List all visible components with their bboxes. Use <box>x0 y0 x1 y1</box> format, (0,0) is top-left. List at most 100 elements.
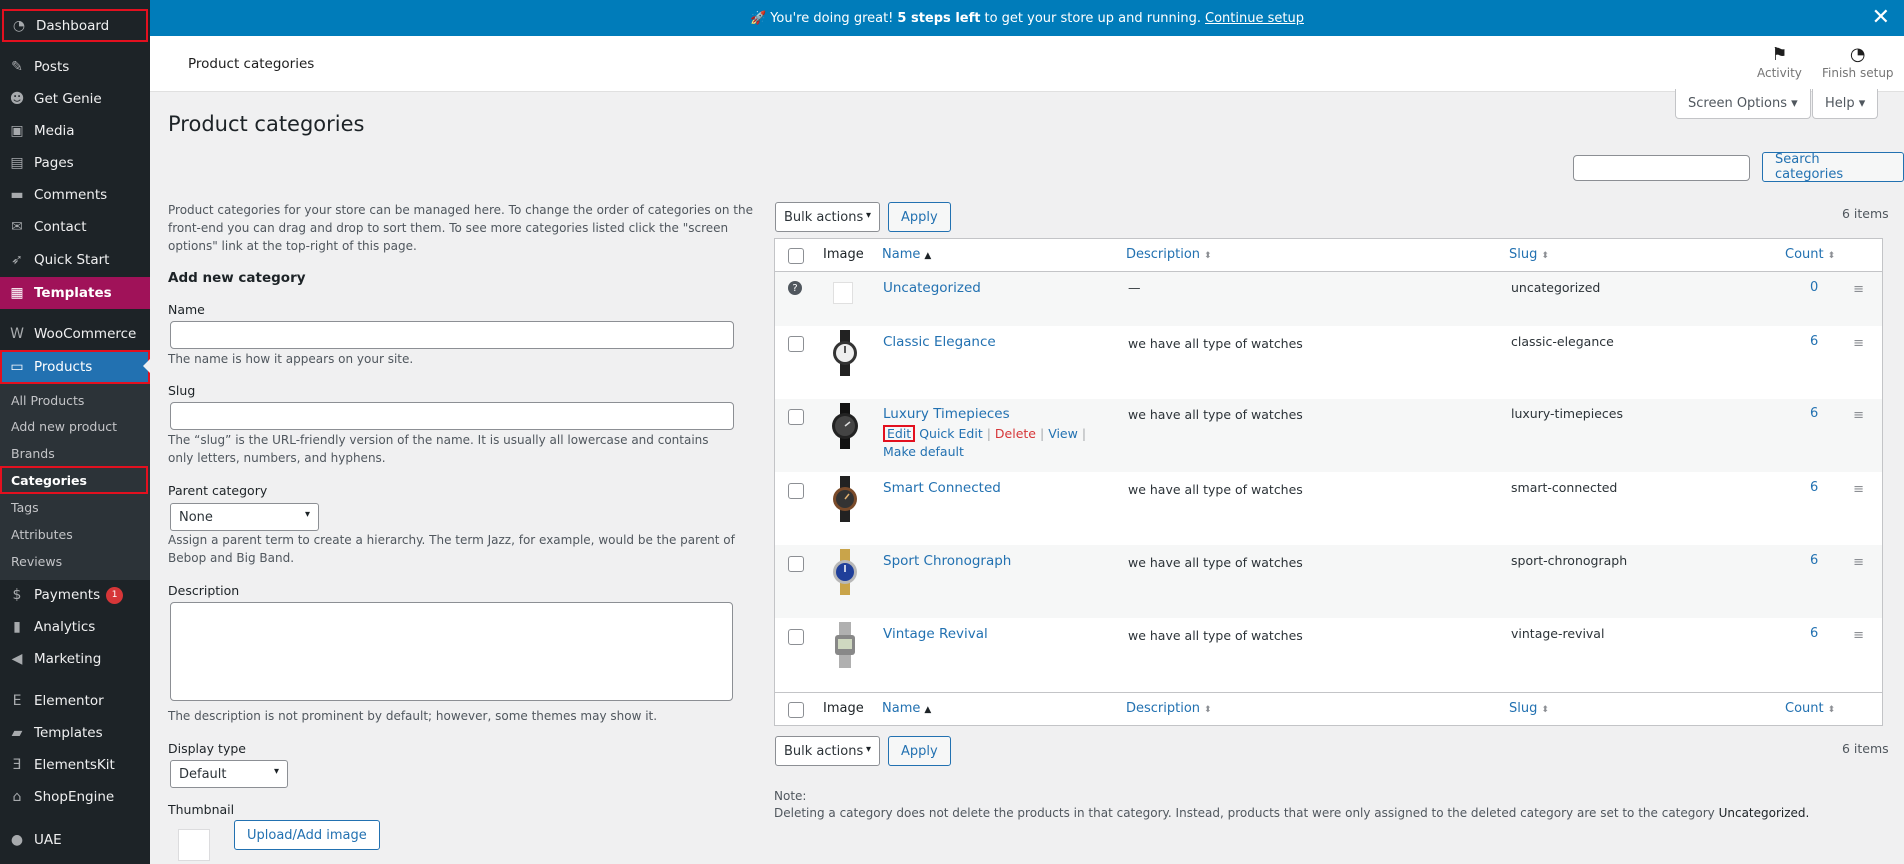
screen-options-button[interactable]: Screen Options ▾ <box>1675 89 1811 119</box>
drag-handle-icon[interactable]: ≡ <box>1853 555 1864 570</box>
column-count[interactable]: Count ⬍ <box>1785 701 1835 716</box>
category-name-link[interactable]: Classic Elegance <box>883 334 996 350</box>
category-slug: vintage-revival <box>1511 626 1605 641</box>
submenu-tags[interactable]: Tags <box>0 495 150 519</box>
row-checkbox[interactable] <box>788 409 804 425</box>
category-name-link[interactable]: Vintage Revival <box>883 626 988 642</box>
select-all-checkbox-footer[interactable] <box>788 702 804 718</box>
category-slug: classic-elegance <box>1511 334 1614 349</box>
menu-woocommerce[interactable]: W WooCommerce <box>0 318 150 350</box>
view-link[interactable]: View <box>1048 426 1078 441</box>
menu-payments[interactable]: $ Payments 1 <box>0 579 150 611</box>
watch-thumbnail <box>833 549 857 595</box>
category-count-link[interactable]: 6 <box>1810 553 1818 568</box>
parent-category-select[interactable]: None ▾ <box>170 503 319 531</box>
delete-link[interactable]: Delete <box>995 426 1036 441</box>
menu-elementor[interactable]: E Elementor <box>0 685 150 717</box>
menu-dashboard[interactable]: ◔ Dashboard <box>2 9 148 42</box>
submenu-reviews[interactable]: Reviews <box>0 549 150 573</box>
admin-sidebar: ◔ Dashboard ✎ Posts ☻ Get Genie ▣ Media ▤ Pag… <box>0 0 150 864</box>
drag-handle-icon[interactable]: ≡ <box>1853 628 1864 643</box>
folder-icon: ▰ <box>11 725 23 741</box>
display-type-select[interactable]: Default ▾ <box>170 760 288 788</box>
menu-contact[interactable]: ✉ Contact <box>0 211 150 243</box>
bulk-actions-select-bottom[interactable]: Bulk actions ▾ <box>775 736 880 766</box>
make-default-link[interactable]: Make default <box>883 444 964 459</box>
menu-marketing[interactable]: ◀ Marketing <box>0 643 150 675</box>
row-checkbox[interactable] <box>788 483 804 499</box>
drag-handle-icon[interactable]: ≡ <box>1853 408 1864 423</box>
row-checkbox[interactable] <box>788 556 804 572</box>
continue-setup-link[interactable]: Continue setup <box>1205 11 1304 26</box>
submenu-add-new-product[interactable]: Add new product <box>0 414 150 438</box>
drag-handle-icon[interactable]: ≡ <box>1853 336 1864 351</box>
submenu-attributes[interactable]: Attributes <box>0 522 150 546</box>
sort-icon: ⬍ <box>1827 251 1836 261</box>
category-name-link[interactable]: Smart Connected <box>883 480 1001 496</box>
drag-handle-icon[interactable]: ≡ <box>1853 282 1864 297</box>
drag-handle-icon[interactable]: ≡ <box>1853 482 1864 497</box>
categories-intro-text: Product categories for your store can be… <box>168 203 753 253</box>
row-checkbox[interactable] <box>788 629 804 645</box>
column-count[interactable]: Count ⬍ <box>1785 247 1835 262</box>
submenu-all-products[interactable]: All Products <box>0 388 150 412</box>
close-icon[interactable]: ✕ <box>1872 7 1890 29</box>
search-categories-input[interactable] <box>1573 155 1750 181</box>
column-description[interactable]: Description ⬍ <box>1126 247 1212 262</box>
note-label: Note: <box>774 789 807 803</box>
category-name-link[interactable]: Uncategorized <box>883 280 981 296</box>
bulk-actions-select-top[interactable]: Bulk actions ▾ <box>775 202 880 232</box>
category-count-link[interactable]: 6 <box>1810 480 1818 495</box>
column-description[interactable]: Description ⬍ <box>1126 701 1212 716</box>
menu-quick-start[interactable]: ➶ Quick Start <box>0 244 150 276</box>
menu-pages[interactable]: ▤ Pages <box>0 147 150 179</box>
upload-add-image-button[interactable]: Upload/Add image <box>234 820 380 850</box>
menu-templates-highlight[interactable]: ▦ Templates <box>0 277 150 309</box>
submenu-categories[interactable]: Categories <box>0 466 148 494</box>
column-image: Image <box>823 701 864 716</box>
row-actions: Edit Quick Edit | Delete | View | Make d… <box>883 425 1113 461</box>
category-count-link[interactable]: 0 <box>1810 280 1818 295</box>
menu-templates[interactable]: ▰ Templates <box>0 717 150 749</box>
description-textarea[interactable] <box>170 602 733 701</box>
menu-media[interactable]: ▣ Media <box>0 115 150 147</box>
progress-circle-icon: ◔ <box>1849 44 1866 65</box>
category-count-link[interactable]: 6 <box>1810 406 1818 421</box>
column-slug[interactable]: Slug ⬍ <box>1509 701 1549 716</box>
submenu-brands[interactable]: Brands <box>0 441 150 465</box>
menu-analytics[interactable]: ▮ Analytics <box>0 611 150 643</box>
sort-icon: ⬍ <box>1541 705 1549 715</box>
notice-text-post: to get your store up and running. <box>984 10 1202 26</box>
menu-elementskit[interactable]: Ǝ ElementsKit <box>0 749 150 781</box>
header-title: Product categories <box>188 56 315 72</box>
category-description: we have all type of watches <box>1128 555 1303 570</box>
finish-setup-button[interactable]: ◔ Finish setup <box>1822 44 1894 80</box>
apply-button-bottom[interactable]: Apply <box>888 736 951 766</box>
menu-comments[interactable]: ▬ Comments <box>0 179 150 211</box>
edit-link[interactable]: Edit <box>883 425 916 442</box>
apply-button-top[interactable]: Apply <box>888 202 951 232</box>
category-count-link[interactable]: 6 <box>1810 334 1818 349</box>
category-name-link[interactable]: Sport Chronograph <box>883 553 1011 569</box>
column-name[interactable]: Name ▲ <box>882 247 931 262</box>
category-count-link[interactable]: 6 <box>1810 626 1818 641</box>
menu-get-genie[interactable]: ☻ Get Genie <box>0 83 150 115</box>
help-button[interactable]: Help ▾ <box>1812 89 1879 119</box>
menu-shopengine[interactable]: ⌂ ShopEngine <box>0 781 150 813</box>
table-row: Vintage Revival we have all type of watc… <box>775 618 1882 692</box>
categories-table: Image Name ▲ Description ⬍ Slug ⬍ Count ⬍ ? … <box>774 238 1883 726</box>
activity-button[interactable]: ⚑ Activity <box>1757 44 1802 80</box>
menu-products[interactable]: ▭ Products <box>0 350 150 384</box>
category-description: we have all type of watches <box>1128 628 1303 643</box>
category-name-link[interactable]: Luxury Timepieces <box>883 406 1010 422</box>
quick-edit-link[interactable]: Quick Edit <box>919 426 983 441</box>
slug-input[interactable] <box>170 402 734 430</box>
menu-posts[interactable]: ✎ Posts <box>0 51 150 83</box>
search-categories-button[interactable]: Search categories <box>1762 152 1904 182</box>
select-all-checkbox[interactable] <box>788 248 804 264</box>
row-checkbox[interactable] <box>788 336 804 352</box>
column-slug[interactable]: Slug ⬍ <box>1509 247 1549 262</box>
menu-uae[interactable]: ● UAE <box>0 824 150 856</box>
column-name[interactable]: Name ▲ <box>882 701 931 716</box>
name-input[interactable] <box>170 321 734 349</box>
